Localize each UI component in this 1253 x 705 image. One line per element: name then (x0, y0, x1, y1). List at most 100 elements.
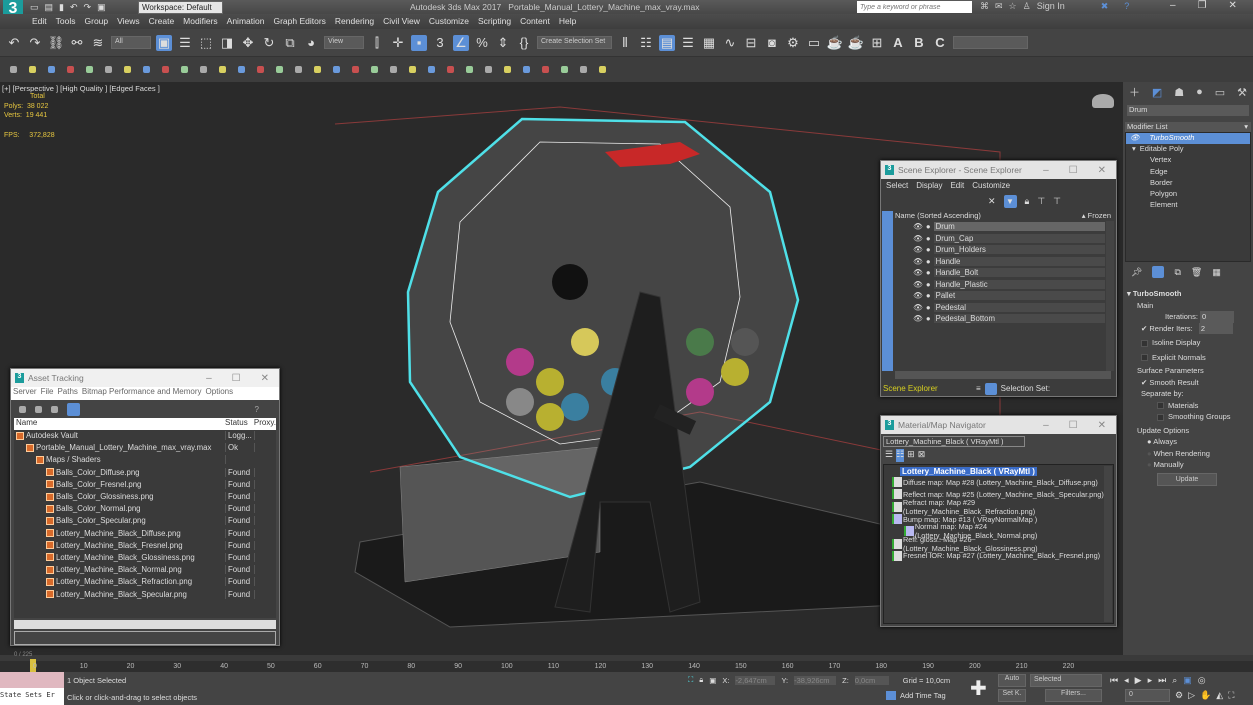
placement-icon[interactable]: ◕ (303, 35, 319, 51)
toolbar-tool-icon[interactable] (542, 66, 549, 73)
list-view-icon[interactable]: ☰ (885, 449, 893, 462)
reference-coordinate-dropdown[interactable]: View (324, 36, 364, 49)
go-to-end-icon[interactable]: ⏭ (1158, 675, 1166, 686)
asset-row[interactable]: Lottery_Machine_Black_Refraction.png Foun… (14, 576, 276, 589)
scene-menu-item[interactable]: Customize (972, 181, 1010, 190)
menu-scripting[interactable]: Scripting (478, 16, 511, 26)
absolute-mode-icon[interactable]: ▣ (709, 676, 716, 685)
toolbar-tool-icon[interactable] (485, 66, 492, 73)
stack-item[interactable]: Vertex (1126, 155, 1250, 166)
eye-icon[interactable]: 👁︎ (913, 303, 923, 312)
stack-item[interactable]: Polygon (1126, 189, 1250, 200)
lock-icon[interactable]: 🔒︎ (1025, 196, 1030, 207)
minimize-button[interactable]: – (1043, 420, 1049, 431)
small-icons-icon[interactable]: ⊞ (907, 449, 915, 462)
vertical-scrollbar[interactable] (1104, 466, 1112, 622)
zoom-all-icon[interactable]: ▣ (1183, 675, 1192, 686)
scene-object-row[interactable]: 👁︎ ● Handle_Bolt (895, 267, 1105, 279)
horizontal-scrollbar[interactable] (895, 371, 1111, 379)
sign-in-link[interactable]: Sign In (1037, 1, 1065, 12)
edit-named-selection-icon[interactable]: {} (516, 35, 532, 51)
text-a-icon[interactable]: A (890, 35, 906, 51)
communication-icon[interactable]: ✉ (995, 1, 1003, 12)
maxscript-listener[interactable] (0, 672, 64, 688)
map-entry[interactable]: Refl. gloss.: Map #26 (Lottery_Machine_B… (890, 535, 1107, 553)
current-frame-field[interactable]: 0 (1125, 689, 1170, 702)
isoline-checkbox[interactable] (1141, 339, 1148, 347)
time-tag-icon[interactable] (886, 691, 896, 700)
viewcube-icon[interactable] (1092, 94, 1114, 108)
eye-icon[interactable]: 👁︎ (913, 268, 923, 277)
toolbar-tool-icon[interactable] (105, 66, 112, 73)
render-region-icon[interactable]: ⊞ (869, 35, 885, 51)
create-tab-icon[interactable]: ＋ (1129, 84, 1140, 100)
set-key-icon[interactable]: ✚ (970, 676, 987, 701)
help-icon[interactable]: ? (1124, 1, 1129, 12)
toolbar-tool-icon[interactable] (409, 66, 416, 73)
map-entry[interactable]: Fresnel IOR: Map #27 (Lottery_Machine_Bl… (890, 550, 1107, 562)
toolbar-tool-icon[interactable] (143, 66, 150, 73)
project-icon[interactable]: ▣ (97, 2, 106, 13)
ribbon-icon[interactable]: ▦ (701, 35, 717, 51)
asset-row[interactable]: Balls_Color_Diffuse.png Found (14, 467, 276, 479)
snap-3d-icon[interactable]: 3 (432, 35, 448, 51)
scene-object-row[interactable]: 👁︎ ● Pedestal (895, 302, 1105, 314)
open-file-icon[interactable]: ▤ (45, 2, 54, 13)
bind-space-warp-icon[interactable]: ≋ (90, 35, 106, 51)
zoom-icon[interactable]: ⌕ (1172, 675, 1177, 686)
render-setup-icon[interactable]: ⚙ (785, 35, 801, 51)
menu-customize[interactable]: Customize (429, 16, 469, 26)
stack-item[interactable]: Element (1126, 200, 1250, 211)
stack-item[interactable]: Border (1126, 178, 1250, 189)
scene-menu-item[interactable]: Select (886, 181, 908, 190)
spinner-snap-icon[interactable]: ⇕ (495, 35, 511, 51)
modifier-list-dropdown[interactable]: Modifier List ▾ (1125, 122, 1251, 132)
next-frame-icon[interactable]: ▸ (1148, 675, 1153, 686)
map-entry[interactable]: Refract map: Map #29 (Lottery_Machine_Bl… (890, 498, 1107, 516)
maximize-viewport-icon[interactable]: ⛶ (1228, 690, 1234, 701)
rect-selection-icon[interactable]: ⬚ (198, 35, 214, 51)
mirror-icon[interactable]: ⫴ (617, 35, 633, 51)
smoothing-groups-checkbox[interactable] (1157, 413, 1164, 421)
toolbar-tool-icon[interactable] (580, 66, 587, 73)
search-input[interactable] (857, 1, 972, 13)
smooth-result-checkbox[interactable]: ✔ (1141, 378, 1147, 387)
asset-menu-item[interactable]: File (41, 387, 54, 396)
hierarchy-icon[interactable]: ⊤ (1037, 196, 1045, 207)
window-crossing-icon[interactable]: ◨ (219, 35, 235, 51)
toolbar-tool-icon[interactable] (371, 66, 378, 73)
unlink-icon[interactable]: ⚯ (69, 35, 85, 51)
toolbar-tool-icon[interactable] (333, 66, 340, 73)
toolbar-tool-icon[interactable] (314, 66, 321, 73)
stack-item[interactable]: 👁︎ TurboSmooth (1126, 133, 1250, 145)
when-rendering-radio[interactable]: ● (1147, 449, 1152, 458)
render-iterative-icon[interactable]: ☕ (848, 35, 864, 51)
move-icon[interactable]: ✥ (240, 35, 256, 51)
close-button[interactable]: ✕ (1098, 420, 1106, 431)
pivot-icon[interactable]: ⫿ (369, 35, 385, 51)
workspace-dropdown[interactable]: Workspace: Default (138, 1, 223, 14)
asset-row[interactable]: Autodesk Vault Logg... (14, 430, 276, 443)
keyboard-shortcut-icon[interactable]: ▪ (411, 34, 427, 51)
render-icon[interactable]: ☕ (827, 35, 843, 51)
angle-snap-icon[interactable]: ∠ (453, 34, 469, 51)
view-icon[interactable] (19, 405, 26, 413)
save-icon[interactable]: ▮ (59, 2, 64, 13)
asset-row[interactable]: Balls_Color_Specular.png Found (14, 515, 276, 528)
toolbar-tool-icon[interactable] (86, 66, 93, 73)
menu-civil-view[interactable]: Civil View (383, 16, 420, 26)
maximize-button[interactable]: ☐ (1069, 165, 1078, 176)
toolbar-tool-icon[interactable] (466, 66, 473, 73)
object-name-field[interactable]: Drum (1127, 105, 1249, 116)
configure-sets-icon[interactable]: ▦ (1212, 267, 1221, 278)
toolbar-tool-icon[interactable] (447, 66, 454, 73)
toolbar-tool-icon[interactable] (428, 66, 435, 73)
manipulate-icon[interactable]: ✛ (390, 35, 406, 51)
walk-icon[interactable]: ◭ (1216, 690, 1223, 701)
layers-icon[interactable]: ≡ (976, 384, 981, 393)
minimize-button[interactable]: – (1043, 165, 1049, 176)
toolbar-tool-icon[interactable] (219, 66, 226, 73)
text-b-icon[interactable]: B (911, 35, 927, 51)
update-button[interactable]: Update (1157, 472, 1217, 486)
always-radio[interactable]: ● (1147, 437, 1152, 446)
